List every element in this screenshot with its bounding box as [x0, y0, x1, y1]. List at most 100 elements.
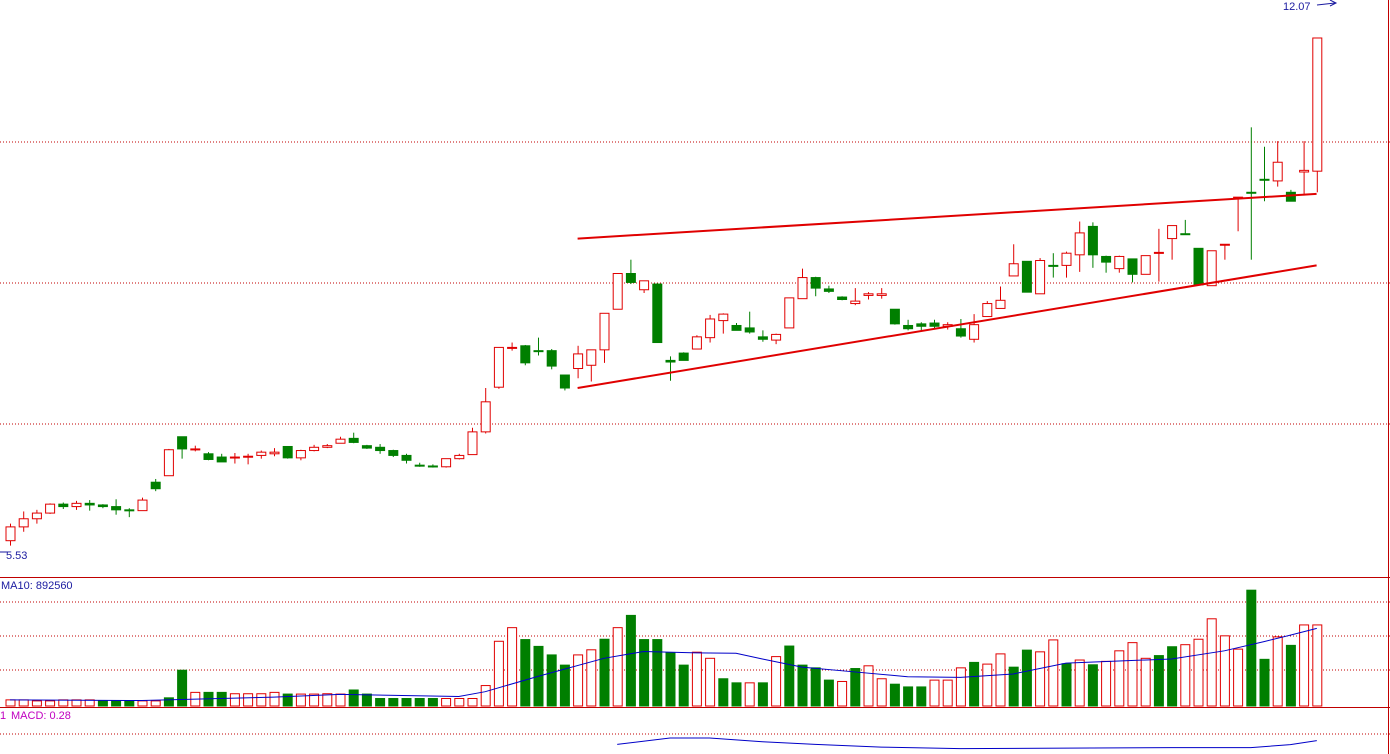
volume-bar — [348, 689, 359, 707]
volume-bar — [1285, 644, 1296, 707]
candle-body — [31, 512, 42, 520]
candle-body — [229, 456, 240, 459]
volume-bar — [678, 664, 689, 707]
candle-body — [1114, 255, 1125, 270]
macd-series-line — [617, 737, 1317, 750]
candle-body — [414, 464, 425, 467]
candle-body — [863, 293, 874, 296]
volume-bar — [71, 699, 82, 707]
volume-bar — [1114, 650, 1125, 707]
candle-body — [348, 437, 359, 443]
candle-body — [995, 299, 1006, 309]
candle-body — [1035, 260, 1046, 295]
volume-bar — [520, 639, 531, 707]
candle-body — [5, 526, 16, 542]
candle-body — [599, 312, 610, 351]
candle-body — [691, 336, 702, 350]
volume-bar — [229, 693, 240, 707]
volume-bar — [599, 638, 610, 707]
high-price-label: 12.07 — [1283, 1, 1311, 13]
candle-body — [639, 280, 650, 291]
candle-body — [190, 448, 201, 451]
volume-bar — [903, 686, 914, 707]
candle-body — [612, 273, 623, 310]
volume-bar — [1061, 663, 1072, 707]
candle-body — [97, 504, 108, 508]
volume-bar — [665, 652, 676, 707]
candle-body — [335, 438, 346, 444]
candle-body — [1021, 260, 1032, 293]
volume-ma-label: MA10: 892560 — [1, 580, 73, 592]
volume-bar — [612, 627, 623, 707]
candle-body — [269, 451, 280, 455]
candle-body — [982, 303, 993, 318]
candle-body — [705, 318, 716, 339]
candle-body — [295, 450, 306, 459]
candle-body — [177, 436, 188, 450]
volume-bar — [850, 668, 861, 707]
candle-body — [1259, 178, 1270, 181]
candle-body — [625, 273, 636, 283]
volume-bar — [942, 679, 953, 707]
volume-bar — [1035, 651, 1046, 707]
candle-body — [546, 350, 557, 367]
volume-bar — [1074, 659, 1085, 707]
volume-bar — [1312, 624, 1323, 707]
volume-bar — [454, 698, 465, 707]
candle-body — [58, 503, 69, 508]
candle-body — [718, 313, 729, 322]
candle-body — [652, 283, 663, 344]
volume-bar — [177, 669, 188, 707]
volume-bar — [480, 685, 491, 707]
volume-bar — [1299, 624, 1310, 707]
candle-body — [678, 352, 689, 361]
candle-body — [388, 450, 399, 456]
candle-body — [784, 297, 795, 329]
stock-chart: 12.07 5.53 MA10: 892560 1 MACD: 0.28 — [0, 0, 1390, 754]
low-price-label: 5.53 — [6, 550, 27, 562]
volume-bar — [955, 667, 966, 707]
candle-body — [903, 324, 914, 330]
volume-bar — [810, 667, 821, 707]
volume-bar — [58, 699, 69, 707]
volume-bar — [18, 699, 29, 707]
volume-bar — [995, 653, 1006, 707]
macd-label-prefix: 1 — [0, 710, 6, 722]
trend-line — [577, 192, 1317, 240]
candle-body — [823, 288, 834, 292]
candle-body — [810, 277, 821, 289]
candle-body — [1193, 247, 1204, 286]
volume-bar — [559, 664, 570, 707]
volume-bar — [31, 700, 42, 707]
candle-body — [1180, 233, 1191, 236]
volume-bar — [388, 698, 399, 707]
volume-bar — [929, 679, 940, 707]
volume-bar — [216, 691, 227, 707]
volume-bar — [1140, 657, 1151, 707]
candle-body — [1206, 250, 1217, 287]
candle-body — [454, 454, 465, 460]
candle-body — [1087, 225, 1098, 256]
volume-bar — [771, 656, 782, 707]
volume-bar — [625, 614, 636, 707]
candle-body — [1167, 225, 1178, 240]
candle-body — [84, 502, 95, 506]
volume-bars — [5, 589, 1323, 707]
candle-body — [163, 449, 174, 477]
volume-bar — [1219, 635, 1230, 707]
volume-bar — [691, 651, 702, 707]
candlestick-series — [5, 37, 1323, 546]
candle-body — [45, 503, 56, 514]
volume-bar — [731, 682, 742, 707]
candle-body — [150, 481, 161, 490]
candle-body — [837, 296, 848, 300]
volume-bar — [1233, 648, 1244, 707]
volume-bar — [150, 700, 161, 707]
candle-body — [401, 454, 412, 461]
volume-bar — [137, 700, 148, 707]
volume-bar — [837, 680, 848, 707]
candle-body — [1312, 37, 1323, 172]
volume-bar — [361, 693, 372, 707]
candle-body — [876, 293, 887, 296]
volume-bar — [1101, 660, 1112, 707]
